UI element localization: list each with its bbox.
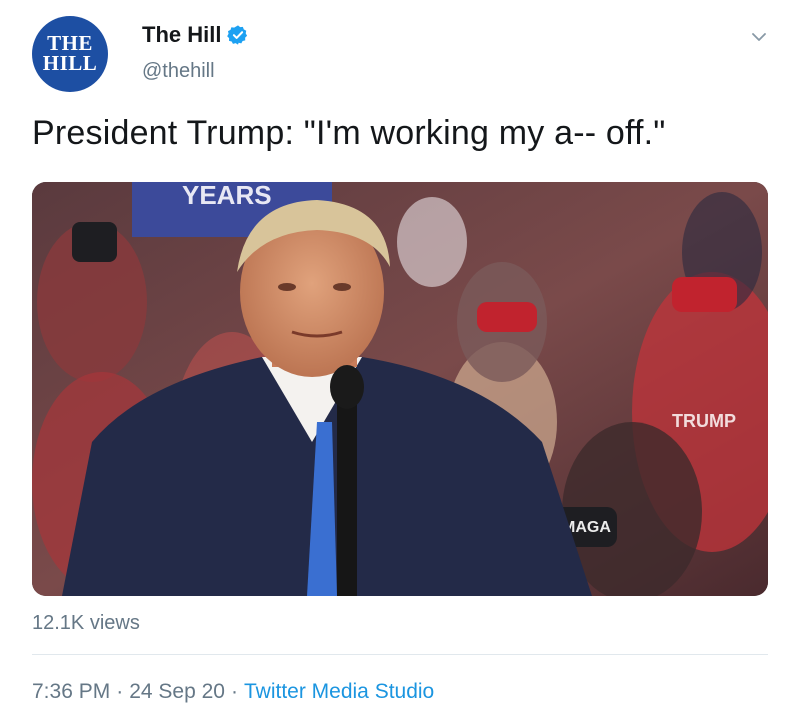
tweet-source-link[interactable]: Twitter Media Studio: [244, 680, 434, 704]
tweet-text: President Trump: "I'm working my a-- off…: [32, 114, 666, 152]
author-name-row[interactable]: The Hill: [142, 22, 249, 48]
meta-separator: ·: [230, 680, 238, 703]
author-display-name[interactable]: The Hill: [142, 22, 221, 48]
divider: [32, 654, 768, 655]
chevron-down-icon[interactable]: [750, 28, 768, 46]
author-handle[interactable]: @thehill: [142, 60, 215, 83]
tweet-time[interactable]: 7:36 PM: [32, 680, 110, 704]
verified-badge-icon: [227, 25, 248, 45]
crowd-sign-text: YEARS: [182, 182, 272, 210]
tweet-video[interactable]: YEARS TRUMP MAGA: [32, 182, 768, 596]
meta-separator: ·: [116, 680, 124, 703]
crowd-shirt-text: TRUMP: [672, 411, 736, 431]
view-count: 12.1K views: [32, 612, 140, 634]
video-still-image: YEARS TRUMP MAGA: [32, 182, 768, 596]
avatar-text-line2: HILL: [42, 51, 98, 75]
tweet-date[interactable]: 24 Sep 20: [129, 680, 225, 704]
avatar[interactable]: THE HILL: [32, 16, 108, 92]
tweet-meta: 7:36 PM · 24 Sep 20 · Twitter Media Stud…: [32, 680, 434, 704]
